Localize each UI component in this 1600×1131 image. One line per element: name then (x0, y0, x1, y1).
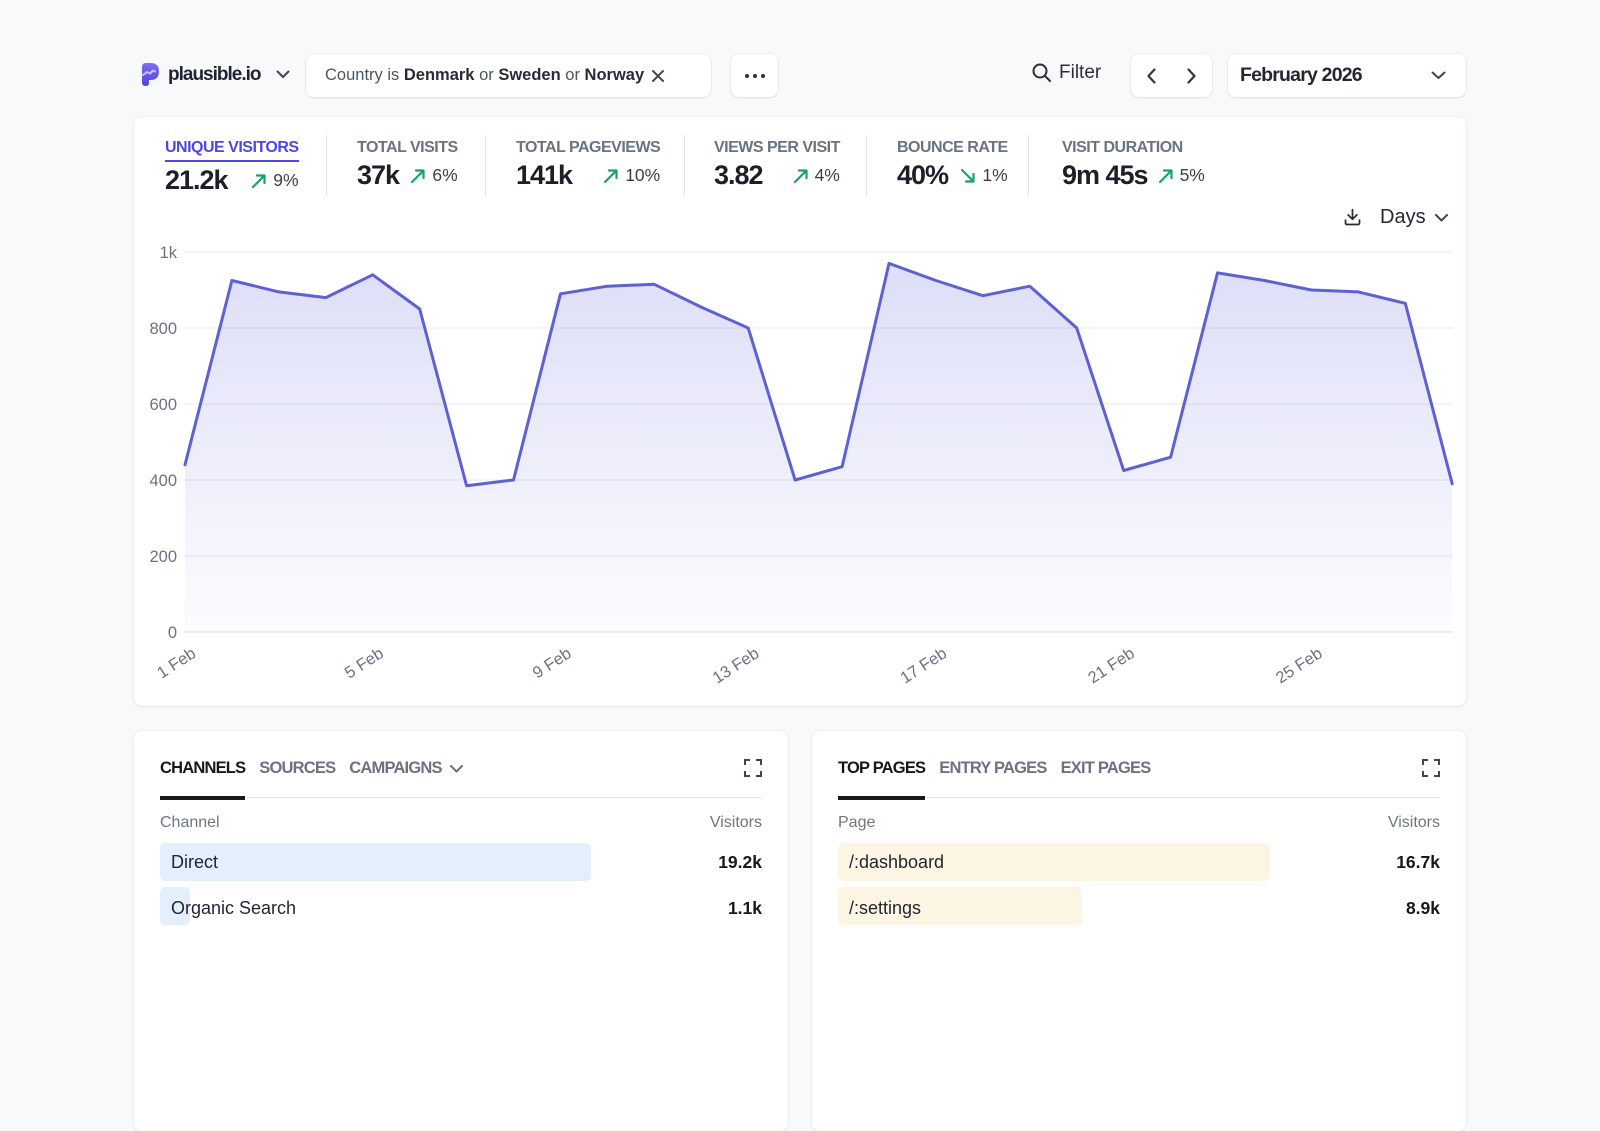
svg-text:0: 0 (168, 624, 177, 642)
svg-text:800: 800 (149, 320, 177, 338)
svg-text:21 Feb: 21 Feb (1085, 644, 1138, 687)
svg-text:600: 600 (149, 396, 177, 414)
svg-text:1k: 1k (160, 244, 178, 262)
svg-text:25 Feb: 25 Feb (1273, 644, 1326, 687)
svg-text:200: 200 (149, 548, 177, 566)
svg-text:1 Feb: 1 Feb (154, 644, 199, 682)
svg-text:9 Feb: 9 Feb (529, 644, 574, 682)
svg-text:13 Feb: 13 Feb (709, 644, 762, 687)
svg-text:400: 400 (149, 472, 177, 490)
svg-text:5 Feb: 5 Feb (342, 644, 387, 682)
svg-text:17 Feb: 17 Feb (897, 644, 950, 687)
